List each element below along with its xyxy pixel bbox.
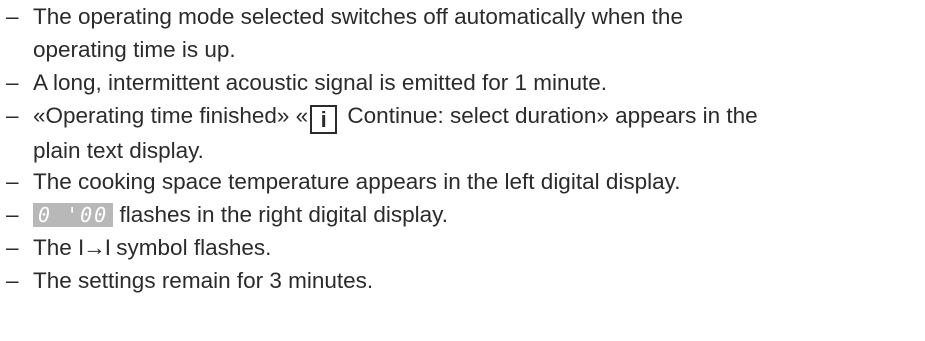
end-time-icon: I→I <box>78 235 111 260</box>
digital-display-icon: 0 '00 <box>33 203 114 227</box>
list-item: – The cooking space temperature appears … <box>4 165 922 198</box>
list-item: – The operating mode selected switches o… <box>4 0 922 66</box>
list-item-text: Continue: select duration» appears in th… <box>341 103 758 128</box>
list-item: – The I→I symbol flashes. <box>4 231 922 264</box>
list-item-text: The operating mode selected switches off… <box>33 4 683 29</box>
bullet-dash: – <box>6 202 19 227</box>
list-item: – «Operating time finished» «i Continue:… <box>4 99 922 165</box>
list-item-text: «Operating time finished» « <box>33 103 309 128</box>
list-item-text: operating time is up. <box>33 37 236 62</box>
list-item-text: The cooking space temperature appears in… <box>33 169 681 194</box>
bullet-dash: – <box>6 169 19 194</box>
list-item-text: The <box>33 235 79 260</box>
list-item-text: The settings remain for 3 minutes. <box>33 268 374 293</box>
list-item-text: symbol flashes. <box>110 235 272 260</box>
info-icon: i <box>310 105 338 134</box>
bullet-dash: – <box>6 103 19 128</box>
list-item: – The settings remain for 3 minutes. <box>4 264 922 297</box>
list-item-text: A long, intermittent acoustic signal is … <box>33 70 608 95</box>
bullet-dash: – <box>6 235 19 260</box>
list-item-text: flashes in the right digital display. <box>113 202 448 227</box>
bullet-dash: – <box>6 268 19 293</box>
instruction-list: – The operating mode selected switches o… <box>4 0 922 297</box>
bullet-dash: – <box>6 70 19 95</box>
list-item-text: plain text display. <box>33 138 204 163</box>
bullet-dash: – <box>6 4 19 29</box>
list-item: – 0 '00 flashes in the right digital dis… <box>4 198 922 231</box>
list-item: – A long, intermittent acoustic signal i… <box>4 66 922 99</box>
